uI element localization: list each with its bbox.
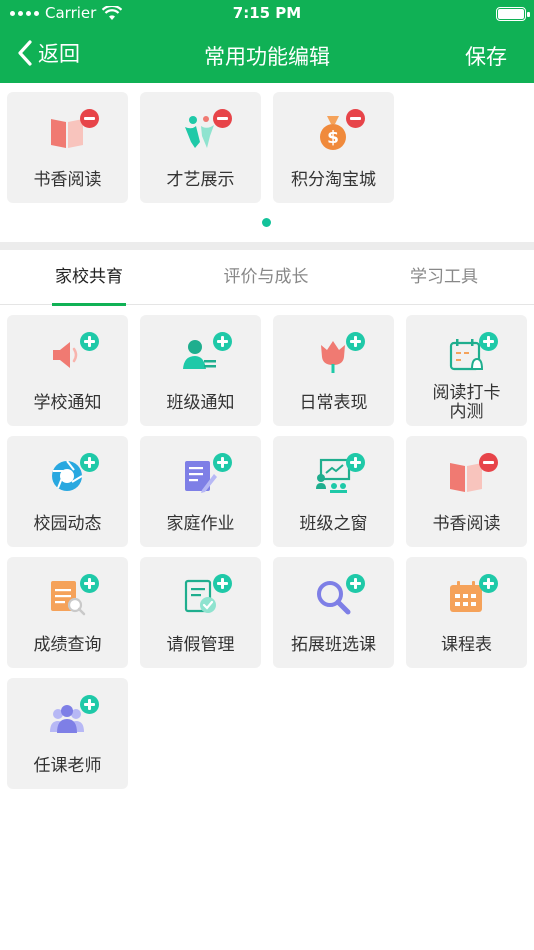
category-tabs: 家校共育 评价与成长 学习工具 bbox=[0, 250, 534, 306]
remove-icon[interactable] bbox=[213, 109, 232, 128]
tile-label: 才艺展示 bbox=[166, 170, 235, 190]
function-tile-class-window[interactable]: 班级之窗 bbox=[273, 436, 394, 547]
function-tile-class-notice[interactable]: 班级通知 bbox=[140, 315, 261, 426]
add-icon[interactable] bbox=[213, 574, 232, 593]
remove-icon[interactable] bbox=[346, 109, 365, 128]
tile-label: 拓展班选课 bbox=[291, 635, 376, 655]
add-icon[interactable] bbox=[80, 453, 99, 472]
tab-home-school[interactable]: 家校共育 bbox=[52, 250, 126, 306]
tab-study-tools[interactable]: 学习工具 bbox=[406, 250, 482, 305]
app-header: Carrier 7:15 PM 返回 常用功能编辑 保存 bbox=[0, 0, 534, 83]
remove-icon[interactable] bbox=[80, 109, 99, 128]
function-tile-leave-management[interactable]: 请假管理 bbox=[140, 557, 261, 668]
add-icon[interactable] bbox=[479, 332, 498, 351]
functions-grid: 学校通知 班级通知 日常表现 阅读打卡 内测 校园动态 家庭作业 班级之窗 书香阅… bbox=[7, 315, 527, 789]
tile-label: 任课老师 bbox=[33, 756, 102, 776]
tile-label: 家庭作业 bbox=[166, 514, 235, 534]
tile-label: 阅读打卡 内测 bbox=[432, 383, 501, 422]
add-icon[interactable] bbox=[346, 332, 365, 351]
remove-icon[interactable] bbox=[479, 453, 498, 472]
tile-label: 班级通知 bbox=[166, 393, 235, 413]
tile-label: 校园动态 bbox=[33, 514, 102, 534]
save-button[interactable]: 保存 bbox=[465, 41, 507, 71]
common-tile-talent[interactable]: 才艺展示 bbox=[140, 92, 261, 203]
function-tile-campus-news[interactable]: 校园动态 bbox=[7, 436, 128, 547]
function-tile-homework[interactable]: 家庭作业 bbox=[140, 436, 261, 547]
nav-bar: 返回 常用功能编辑 保存 bbox=[0, 28, 534, 83]
svg-text:$: $ bbox=[327, 128, 339, 148]
tile-label: 积分淘宝城 bbox=[291, 170, 376, 190]
add-icon[interactable] bbox=[80, 332, 99, 351]
common-functions-grid: 书香阅读 才艺展示 $ 积分淘宝城 bbox=[7, 92, 527, 203]
add-icon[interactable] bbox=[80, 695, 99, 714]
tab-evaluation[interactable]: 评价与成长 bbox=[218, 250, 314, 305]
page-title: 常用功能编辑 bbox=[204, 45, 330, 69]
function-tile-course-selection[interactable]: 拓展班选课 bbox=[273, 557, 394, 668]
add-icon[interactable] bbox=[346, 574, 365, 593]
add-icon[interactable] bbox=[479, 574, 498, 593]
tile-label: 课程表 bbox=[441, 635, 492, 655]
function-tile-reading-checkin[interactable]: 阅读打卡 内测 bbox=[406, 315, 527, 426]
status-bar: Carrier 7:15 PM bbox=[0, 0, 534, 28]
battery-icon bbox=[496, 7, 530, 21]
tile-label: 学校通知 bbox=[33, 393, 102, 413]
tile-label: 成绩查询 bbox=[33, 635, 102, 655]
tile-label: 日常表现 bbox=[299, 393, 368, 413]
function-tile-timetable[interactable]: 课程表 bbox=[406, 557, 527, 668]
function-tile-reading[interactable]: 书香阅读 bbox=[406, 436, 527, 547]
add-icon[interactable] bbox=[346, 453, 365, 472]
tile-label: 书香阅读 bbox=[33, 170, 102, 190]
section-divider bbox=[0, 242, 534, 250]
clock: 7:15 PM bbox=[232, 4, 302, 22]
function-tile-score-query[interactable]: 成绩查询 bbox=[7, 557, 128, 668]
tile-label: 班级之窗 bbox=[299, 514, 368, 534]
tile-label: 请假管理 bbox=[166, 635, 235, 655]
function-tile-daily-performance[interactable]: 日常表现 bbox=[273, 315, 394, 426]
function-tile-teachers[interactable]: 任课老师 bbox=[7, 678, 128, 789]
common-tile-points-mall[interactable]: $ 积分淘宝城 bbox=[273, 92, 394, 203]
add-icon[interactable] bbox=[80, 574, 99, 593]
function-tile-school-notice[interactable]: 学校通知 bbox=[7, 315, 128, 426]
common-tile-reading[interactable]: 书香阅读 bbox=[7, 92, 128, 203]
add-icon[interactable] bbox=[213, 332, 232, 351]
tile-label: 书香阅读 bbox=[432, 514, 501, 534]
page-indicator-dot bbox=[262, 218, 271, 227]
add-icon[interactable] bbox=[213, 453, 232, 472]
